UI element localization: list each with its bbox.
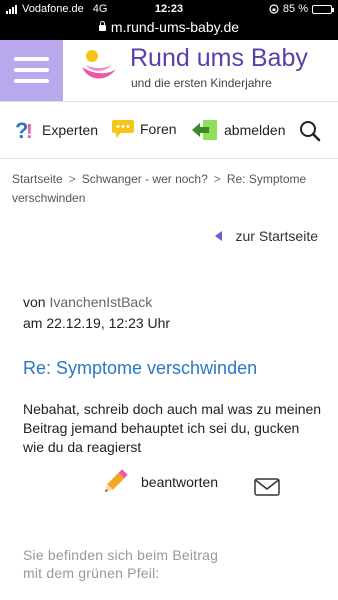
- experts-question-icon: ? !: [15, 119, 33, 141]
- mail-icon[interactable]: [254, 478, 280, 496]
- nav-logout-label: abmelden: [224, 122, 286, 138]
- chevron-right-icon: >: [213, 172, 221, 186]
- reply-label: beantworten: [141, 474, 219, 490]
- site-title: Rund ums Baby: [130, 44, 308, 72]
- battery-icon: [312, 4, 334, 14]
- nav-forums-label: Foren: [140, 121, 177, 137]
- nav-experts-label: Experten: [42, 122, 99, 138]
- search-icon[interactable]: [299, 120, 321, 142]
- back-to-home-link[interactable]: zur Startseite: [214, 228, 318, 244]
- location-hint: Sie befinden sich beim Beitrag mit dem g…: [23, 546, 218, 582]
- post-date: am 22.12.19, 12:23 Uhr: [23, 315, 171, 331]
- svg-text:!: !: [26, 121, 33, 141]
- main-nav: ? ! Experten Foren abmelden: [0, 102, 338, 159]
- breadcrumb-home[interactable]: Startseite: [12, 172, 63, 186]
- chevron-right-icon: >: [68, 172, 76, 186]
- rotation-lock-icon: [269, 4, 279, 14]
- location-hint-line1: Sie befinden sich beim Beitrag: [23, 547, 219, 563]
- logo-icon[interactable]: [80, 47, 118, 85]
- address-bar[interactable]: m.rund-ums-baby.de: [0, 19, 338, 35]
- nav-experts[interactable]: ? ! Experten: [15, 119, 98, 141]
- nav-forums[interactable]: Foren: [111, 119, 177, 139]
- status-bar: Vodafone.de 4G 12:23 85 % m.rund-ums-bab…: [0, 0, 338, 40]
- post-meta: von IvanchenIstBack am 22.12.19, 12:23 U…: [23, 292, 170, 334]
- post-title: Re: Symptome verschwinden: [23, 358, 258, 378]
- post-by-label: von: [23, 294, 46, 310]
- lock-icon: [98, 21, 106, 31]
- battery-percent: 85 %: [282, 3, 308, 15]
- breadcrumb-forum[interactable]: Schwanger - wer noch?: [82, 172, 208, 186]
- post-author[interactable]: IvanchenIstBack: [49, 294, 152, 310]
- site-subtitle: und die ersten Kinderjahre: [131, 76, 272, 90]
- post-body: Nebahat, schreib doch auch mal was zu me…: [23, 401, 322, 455]
- reply-button[interactable]: beantworten: [100, 467, 218, 497]
- status-right: 85 %: [269, 3, 334, 15]
- logout-arrow-icon: [192, 120, 217, 140]
- back-link-label: zur Startseite: [235, 228, 318, 244]
- breadcrumb: Startseite > Schwanger - wer noch? > Re: Sym…: [12, 170, 330, 208]
- back-arrow-icon: [214, 231, 222, 241]
- hamburger-icon: [14, 57, 49, 61]
- location-hint-line2: mit dem grünen Pfeil:: [23, 565, 160, 581]
- nav-logout[interactable]: abmelden: [191, 119, 286, 141]
- url-text: m.rund-ums-baby.de: [110, 19, 240, 35]
- site-header: Rund ums Baby und die ersten Kinderjahre: [0, 40, 338, 102]
- pencil-icon: [105, 469, 128, 492]
- menu-button[interactable]: [0, 40, 63, 101]
- speech-bubble-icon: [112, 120, 134, 138]
